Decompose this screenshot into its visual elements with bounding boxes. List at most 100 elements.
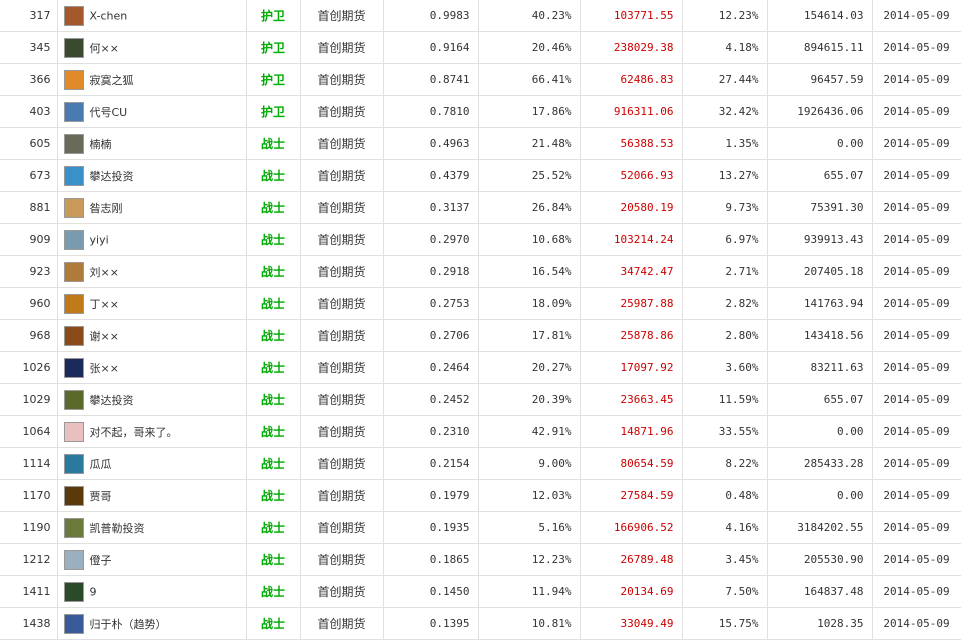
avatar[interactable] xyxy=(63,261,84,282)
avatar[interactable] xyxy=(63,197,84,218)
user-cell[interactable]: 楠楠 xyxy=(57,127,247,160)
avatar[interactable] xyxy=(63,229,84,250)
asset-cell: 164837.48 xyxy=(767,575,873,608)
return-cell: 27.44% xyxy=(682,63,768,96)
user-cell[interactable]: 9 xyxy=(57,575,247,608)
date-cell: 2014-05-09 xyxy=(872,383,961,416)
avatar[interactable] xyxy=(63,421,84,442)
company-cell: 首创期货 xyxy=(300,31,384,64)
date-cell: 2014-05-09 xyxy=(872,191,961,224)
username-link[interactable]: 凯普勒投资 xyxy=(90,522,145,535)
user-cell[interactable]: 代号CU xyxy=(57,95,247,128)
date-cell: 2014-05-09 xyxy=(872,255,961,288)
user-cell[interactable]: 寂寞之狐 xyxy=(57,63,247,96)
username-link[interactable]: 张×× xyxy=(90,362,119,375)
return-cell: 13.27% xyxy=(682,159,768,192)
avatar[interactable] xyxy=(63,293,84,314)
company-cell: 首创期货 xyxy=(300,63,384,96)
avatar[interactable] xyxy=(63,613,84,634)
rank-cell: 1438 xyxy=(0,607,58,640)
username-link[interactable]: 9 xyxy=(90,585,97,598)
user-cell[interactable]: 归于朴（趋势） xyxy=(57,607,247,640)
user-cell[interactable]: 瓜瓜 xyxy=(57,447,247,480)
date-cell: 2014-05-09 xyxy=(872,31,961,64)
username-link[interactable]: 瓜瓜 xyxy=(90,458,112,471)
user-cell[interactable]: 丁×× xyxy=(57,287,247,320)
rank-cell: 673 xyxy=(0,159,58,192)
username-link[interactable]: 昝志刚 xyxy=(90,202,123,215)
avatar[interactable] xyxy=(63,517,84,538)
date-cell: 2014-05-09 xyxy=(872,479,961,512)
return-cell: 3.45% xyxy=(682,543,768,576)
user-cell[interactable]: 凯普勒投资 xyxy=(57,511,247,544)
return-cell: 7.50% xyxy=(682,575,768,608)
user-cell[interactable]: 贾哥 xyxy=(57,479,247,512)
username-link[interactable]: 攀达投资 xyxy=(90,170,134,183)
avatar[interactable] xyxy=(63,453,84,474)
profit-cell: 27584.59 xyxy=(580,479,683,512)
rank-cell: 1170 xyxy=(0,479,58,512)
username-link[interactable]: 攀达投资 xyxy=(90,394,134,407)
win-rate-cell: 40.23% xyxy=(478,0,581,32)
level-badge: 护卫 xyxy=(246,0,301,32)
score-cell: 0.4963 xyxy=(383,127,479,160)
username-link[interactable]: 楠楠 xyxy=(90,138,112,151)
profit-cell: 238029.38 xyxy=(580,31,683,64)
avatar[interactable] xyxy=(63,549,84,570)
asset-cell: 1028.35 xyxy=(767,607,873,640)
profit-cell: 52066.93 xyxy=(580,159,683,192)
username-link[interactable]: 对不起，哥来了。 xyxy=(90,426,178,439)
avatar[interactable] xyxy=(63,485,84,506)
user-cell[interactable]: 昝志刚 xyxy=(57,191,247,224)
username-link[interactable]: 何×× xyxy=(90,42,119,55)
user-cell[interactable]: 谢×× xyxy=(57,319,247,352)
avatar[interactable] xyxy=(63,325,84,346)
win-rate-cell: 42.91% xyxy=(478,415,581,448)
user-cell[interactable]: 僜子 xyxy=(57,543,247,576)
user-cell[interactable]: 攀达投资 xyxy=(57,383,247,416)
username-link[interactable]: 刘×× xyxy=(90,266,119,279)
username-link[interactable]: 丁×× xyxy=(90,298,119,311)
avatar[interactable] xyxy=(63,581,84,602)
avatar[interactable] xyxy=(63,69,84,90)
username-link[interactable]: X-chen xyxy=(90,9,128,22)
table-row: 881 昝志刚 战士 首创期货 0.3137 26.84% 20580.19 9.73% 753… xyxy=(0,191,961,224)
score-cell: 0.9164 xyxy=(383,31,479,64)
user-cell[interactable]: 刘×× xyxy=(57,255,247,288)
username-link[interactable]: 僜子 xyxy=(90,554,112,567)
user-cell[interactable]: X-chen xyxy=(57,0,247,32)
username-link[interactable]: yiyi xyxy=(90,233,109,246)
avatar[interactable] xyxy=(63,5,84,26)
profit-cell: 56388.53 xyxy=(580,127,683,160)
rank-cell: 403 xyxy=(0,95,58,128)
date-cell: 2014-05-09 xyxy=(872,511,961,544)
avatar[interactable] xyxy=(63,389,84,410)
asset-cell: 83211.63 xyxy=(767,351,873,384)
user-cell[interactable]: 攀达投资 xyxy=(57,159,247,192)
username-link[interactable]: 代号CU xyxy=(90,106,128,119)
profit-cell: 26789.48 xyxy=(580,543,683,576)
username-link[interactable]: 寂寞之狐 xyxy=(90,74,134,87)
table-row: 403 代号CU 护卫 首创期货 0.7810 17.86% 916311.06 32.42%… xyxy=(0,95,961,128)
avatar[interactable] xyxy=(63,37,84,58)
table-row: 1114 瓜瓜 战士 首创期货 0.2154 9.00% 80654.59 8.22% 2854… xyxy=(0,447,961,480)
avatar[interactable] xyxy=(63,101,84,122)
user-cell[interactable]: 张×× xyxy=(57,351,247,384)
username-link[interactable]: 谢×× xyxy=(90,330,119,343)
score-cell: 0.9983 xyxy=(383,0,479,32)
score-cell: 0.2970 xyxy=(383,223,479,256)
username-link[interactable]: 归于朴（趋势） xyxy=(90,618,167,631)
user-cell[interactable]: 何×× xyxy=(57,31,247,64)
user-cell[interactable]: 对不起，哥来了。 xyxy=(57,415,247,448)
table-row: 1438 归于朴（趋势） 战士 首创期货 0.1395 10.81% 33049.49 15.… xyxy=(0,607,961,640)
table-row: 673 攀达投资 战士 首创期货 0.4379 25.52% 52066.93 13.27% 6… xyxy=(0,159,961,192)
avatar[interactable] xyxy=(63,357,84,378)
table-row: 909 yiyi 战士 首创期货 0.2970 10.68% 103214.24 6.97% 9… xyxy=(0,223,961,256)
avatar[interactable] xyxy=(63,165,84,186)
level-badge: 战士 xyxy=(246,511,301,544)
asset-cell: 0.00 xyxy=(767,415,873,448)
username-link[interactable]: 贾哥 xyxy=(90,490,112,503)
user-cell[interactable]: yiyi xyxy=(57,223,247,256)
avatar[interactable] xyxy=(63,133,84,154)
return-cell: 3.60% xyxy=(682,351,768,384)
